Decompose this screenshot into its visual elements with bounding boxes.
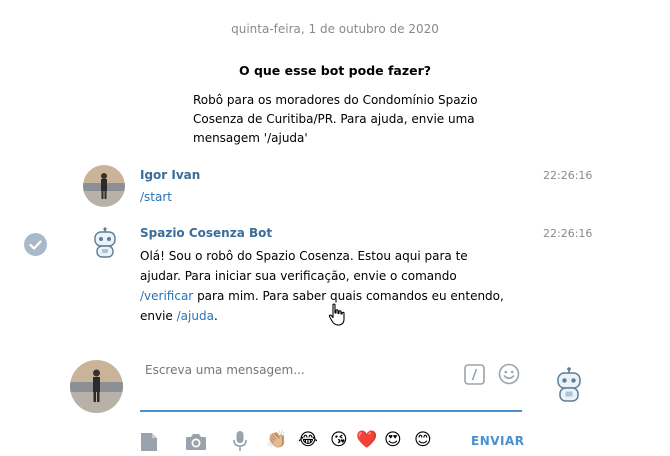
selected-check-icon[interactable] [24, 233, 47, 256]
message-text[interactable]: /start [140, 187, 172, 207]
hand-cursor-icon [327, 303, 347, 331]
emoji-kiss[interactable]: 😘 [330, 429, 348, 451]
bot-avatar[interactable] [553, 367, 585, 403]
message-time: 22:26:16 [543, 227, 593, 240]
message-author[interactable]: Spazio Cosenza Bot [140, 226, 272, 240]
bot-info-description: Robô para os moradores do Condomínio Spa… [193, 93, 478, 145]
bot-info-title: O que esse bot pode fazer? [238, 63, 432, 78]
user-avatar[interactable] [83, 165, 125, 207]
message-time: 22:26:16 [543, 169, 593, 182]
input-underline [140, 410, 522, 412]
emoji-heart-eyes[interactable]: 😍 [384, 429, 402, 451]
message-input[interactable] [143, 362, 447, 378]
camera-icon[interactable] [185, 433, 207, 455]
emoji-laughing[interactable]: 😂 [298, 429, 318, 451]
emoji-heart[interactable]: ❤️ [356, 429, 377, 451]
attach-file-icon[interactable] [140, 432, 158, 456]
bot-commands-icon[interactable] [464, 364, 485, 389]
command-link-verificar[interactable]: /verificar [140, 289, 193, 303]
bot-avatar[interactable] [90, 227, 120, 259]
send-button[interactable]: ENVIAR [471, 434, 525, 448]
my-avatar[interactable] [70, 360, 123, 413]
date-separator: quinta-feira, 1 de outubro de 2020 [231, 22, 439, 36]
emoji-smile[interactable]: 😊 [414, 429, 432, 451]
emoji-clapping[interactable]: 👏🏼 [266, 429, 287, 451]
message-text: Olá! Sou o robô do Spazio Cosenza. Estou… [140, 249, 504, 323]
message-author[interactable]: Igor Ivan [140, 168, 200, 182]
emoji-icon[interactable] [498, 363, 520, 389]
command-link-ajuda[interactable]: /ajuda [177, 309, 214, 323]
microphone-icon[interactable] [233, 430, 247, 456]
